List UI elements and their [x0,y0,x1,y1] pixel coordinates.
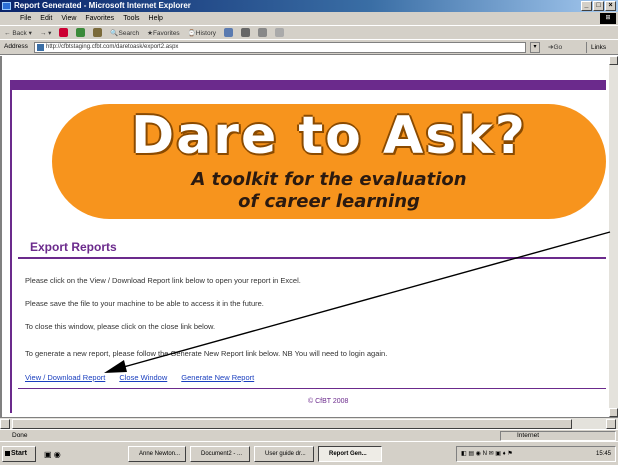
taskbar: Start ▣ ◉ Anne Newton... Document2 - ...… [0,441,618,465]
taskbar-item[interactable]: Anne Newton... [128,446,186,462]
annotation-arrow-icon [104,231,611,373]
tray-icons[interactable]: ◧ ▤ ◉ N ✉ ▣ ♦ ⚑ [461,447,513,461]
taskbar-item-active[interactable]: Report Gen... [318,446,382,462]
quick-launch-icon[interactable]: ▣ ◉ [44,450,61,459]
scroll-thumb[interactable] [12,419,572,429]
scroll-left-icon[interactable] [0,419,10,429]
system-tray: ◧ ▤ ◉ N ✉ ▣ ♦ ⚑ 15:45 [456,446,616,462]
status-bar: Done Internet [0,429,618,441]
horizontal-scrollbar[interactable] [0,417,618,429]
taskbar-item[interactable]: Document2 - ... [190,446,250,462]
start-button[interactable]: Start [2,446,36,462]
taskbar-item[interactable]: User guide dr... [254,446,314,462]
clock: 15:45 [595,451,611,457]
security-zone: Internet [500,431,616,441]
scroll-right-icon[interactable] [606,419,616,429]
